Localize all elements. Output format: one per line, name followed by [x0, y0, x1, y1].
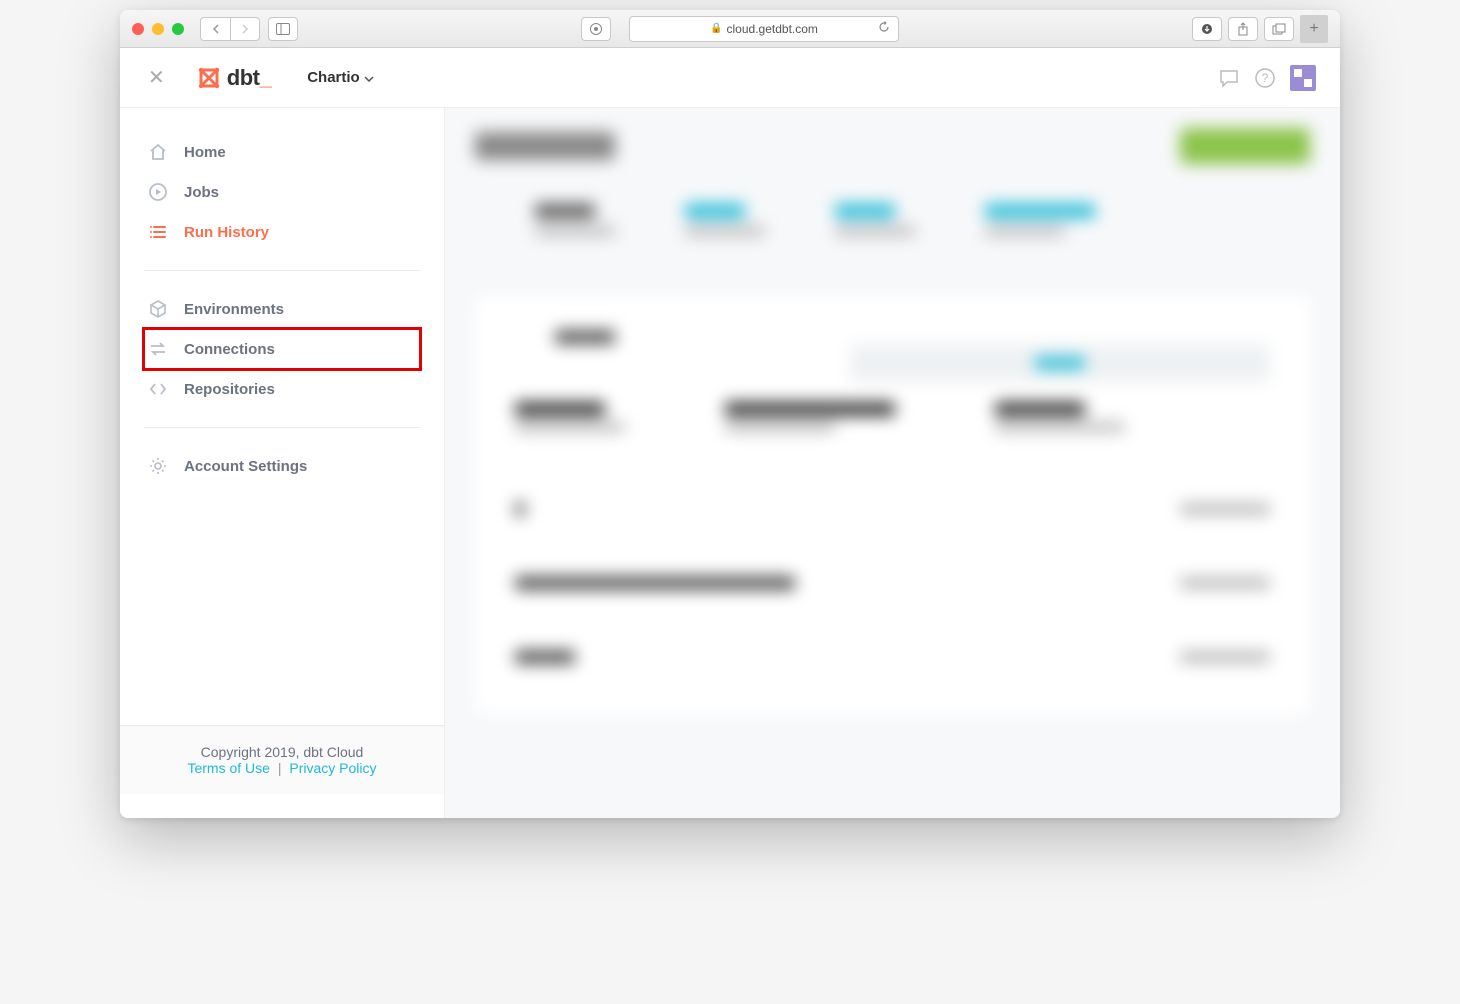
blurred-content — [445, 108, 1340, 818]
sidebar-item-label: Jobs — [184, 184, 219, 201]
svg-text:?: ? — [1262, 71, 1269, 85]
list-icon — [148, 222, 168, 242]
forward-button[interactable] — [230, 17, 260, 41]
sidebar-divider — [144, 270, 420, 271]
sidebar-divider — [144, 427, 420, 428]
sidebar-item-label: Run History — [184, 224, 269, 241]
code-icon — [148, 379, 168, 399]
sidebar-item-connections[interactable]: Connections — [144, 329, 420, 369]
sidebar-footer: Copyright 2019, dbt Cloud Terms of Use |… — [120, 725, 444, 794]
account-dropdown[interactable]: Chartio — [307, 69, 374, 86]
privacy-link[interactable]: Privacy Policy — [289, 760, 376, 776]
reload-icon[interactable] — [878, 21, 890, 36]
browser-titlebar: 🔒 cloud.getdbt.com + — [120, 10, 1340, 48]
account-name: Chartio — [307, 69, 360, 86]
url-bar[interactable]: 🔒 cloud.getdbt.com — [629, 16, 898, 42]
tabs-button[interactable] — [1264, 17, 1294, 41]
close-window-button[interactable] — [132, 23, 144, 35]
reader-button[interactable] — [581, 17, 611, 41]
main-content — [445, 108, 1340, 818]
app-header: ✕ dbt_ Chartio ? — [120, 48, 1340, 108]
logo-text: dbt_ — [227, 65, 271, 91]
nav-back-forward — [200, 17, 260, 41]
sidebar-item-environments[interactable]: Environments — [144, 289, 420, 329]
sidebar-item-label: Connections — [184, 341, 275, 358]
sidebar-item-account-settings[interactable]: Account Settings — [144, 446, 420, 486]
user-avatar[interactable] — [1290, 65, 1316, 91]
sidebar-item-jobs[interactable]: Jobs — [144, 172, 420, 212]
terms-link[interactable]: Terms of Use — [187, 760, 269, 776]
download-button[interactable] — [1192, 17, 1222, 41]
new-tab-button[interactable]: + — [1300, 15, 1328, 43]
sidebar-item-home[interactable]: Home — [144, 132, 420, 172]
browser-window: 🔒 cloud.getdbt.com + ✕ — [120, 10, 1340, 818]
copyright-text: Copyright 2019, dbt Cloud — [144, 744, 420, 760]
sidebar: Home Jobs Run History — [120, 108, 445, 818]
sidebar-item-label: Environments — [184, 301, 284, 318]
minimize-window-button[interactable] — [152, 23, 164, 35]
close-panel-button[interactable]: ✕ — [144, 61, 169, 94]
logo[interactable]: dbt_ — [197, 65, 271, 91]
chevron-down-icon — [364, 69, 374, 86]
home-icon — [148, 142, 168, 162]
url-text: cloud.getdbt.com — [727, 22, 818, 36]
sidebar-item-label: Home — [184, 144, 226, 161]
window-controls — [132, 23, 184, 35]
arrows-icon — [148, 339, 168, 359]
back-button[interactable] — [200, 17, 230, 41]
app-container: ✕ dbt_ Chartio ? — [120, 48, 1340, 818]
play-icon — [148, 182, 168, 202]
lock-icon: 🔒 — [710, 23, 722, 34]
sidebar-item-run-history[interactable]: Run History — [144, 212, 420, 252]
help-icon[interactable]: ? — [1254, 67, 1276, 89]
gear-icon — [148, 456, 168, 476]
sidebar-item-label: Account Settings — [184, 458, 307, 475]
sidebar-toggle-button[interactable] — [268, 17, 298, 41]
chat-icon[interactable] — [1218, 67, 1240, 89]
maximize-window-button[interactable] — [172, 23, 184, 35]
sidebar-item-label: Repositories — [184, 381, 275, 398]
cube-icon — [148, 299, 168, 319]
share-button[interactable] — [1228, 17, 1258, 41]
dbt-logo-icon — [197, 66, 221, 90]
sidebar-item-repositories[interactable]: Repositories — [144, 369, 420, 409]
